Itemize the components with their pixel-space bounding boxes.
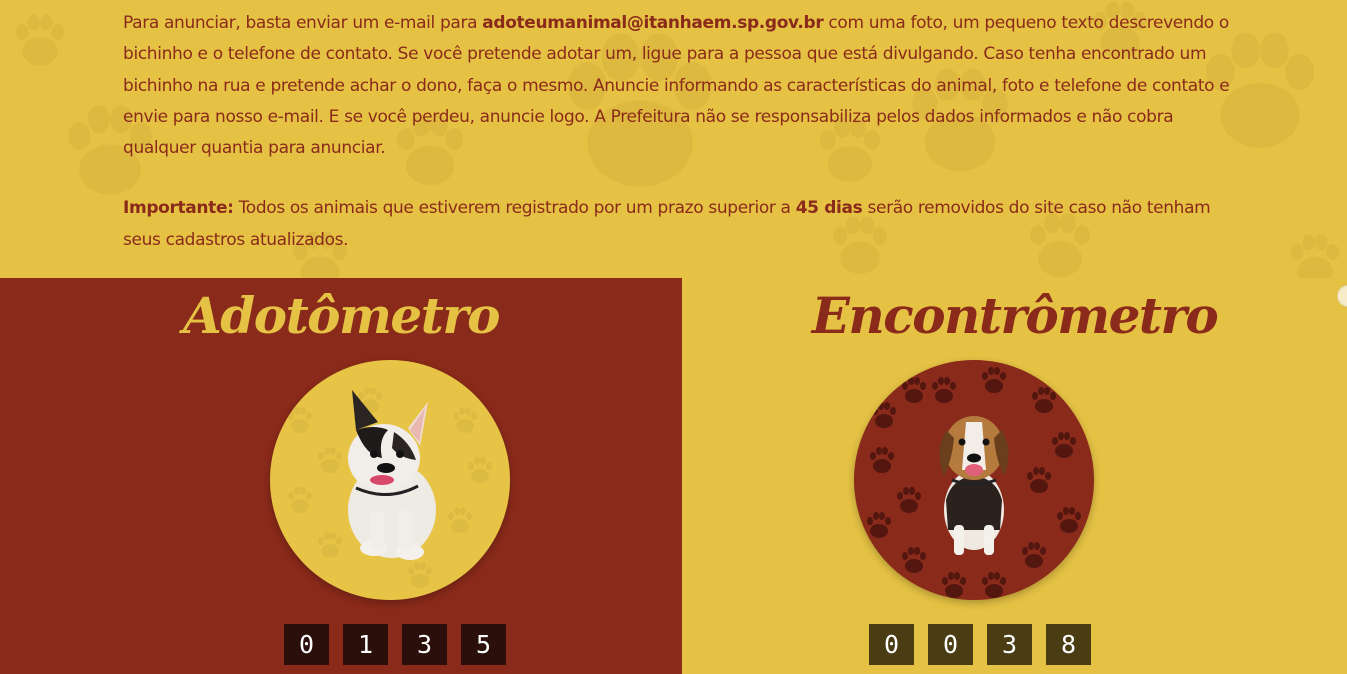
days-highlight: 45 dias <box>795 198 863 219</box>
beagle-illustration <box>867 367 1081 598</box>
counter-digit: 1 <box>343 624 388 665</box>
found-dog-image <box>854 360 1094 600</box>
counter-digit: 8 <box>1046 624 1091 665</box>
adopted-dog-image <box>270 360 510 600</box>
intro-section: Para anunciar, basta enviar um e-mail pa… <box>0 0 1347 278</box>
announce-paragraph: Para anunciar, basta enviar um e-mail pa… <box>123 8 1233 164</box>
important-paragraph: Importante: Todos os animais que estiver… <box>123 193 1233 256</box>
counter-digit: 5 <box>461 624 506 665</box>
adotometro-counter: 0 1 3 5 <box>284 624 506 665</box>
french-bulldog-illustration <box>288 387 492 588</box>
counter-digit: 0 <box>928 624 973 665</box>
announce-text-suffix: com uma foto, um pequeno texto descreven… <box>123 13 1230 159</box>
counter-digit: 0 <box>869 624 914 665</box>
contact-email: adoteumanimal@itanhaem.sp.gov.br <box>482 13 824 33</box>
announce-text-prefix: Para anunciar, basta enviar um e-mail pa… <box>123 13 483 33</box>
counter-digit: 3 <box>402 624 447 665</box>
counter-digit: 0 <box>284 624 329 665</box>
intro-text: Para anunciar, basta enviar um e-mail pa… <box>123 8 1233 278</box>
encontrometro-panel: Encontrômetro 0 0 3 8 <box>682 278 1347 674</box>
encontrometro-counter: 0 0 3 8 <box>869 624 1091 665</box>
adotometro-title: Adotômetro <box>182 286 501 345</box>
counter-digit: 3 <box>987 624 1032 665</box>
important-text-prefix: Todos os animais que estiverem registrad… <box>233 198 796 219</box>
important-label: Importante: <box>123 198 234 219</box>
adotometro-panel: Adotômetro 0 1 3 5 <box>0 278 682 674</box>
encontrometro-title: Encontrômetro <box>811 286 1219 345</box>
